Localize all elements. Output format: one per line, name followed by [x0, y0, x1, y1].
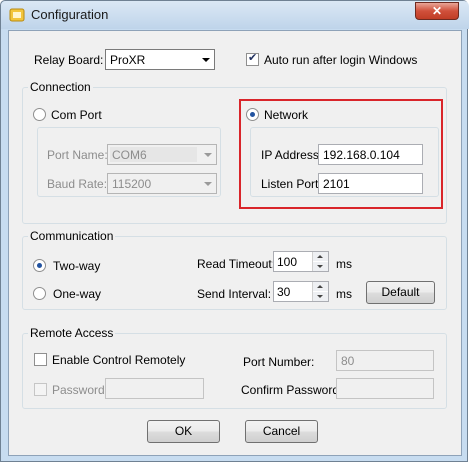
password-label: Password:: [52, 383, 109, 397]
chevron-down-icon: [197, 50, 214, 69]
com-port-label: Com Port: [51, 108, 102, 122]
password-checkbox[interactable]: [34, 383, 47, 396]
send-interval-label: Send Interval:: [197, 287, 272, 301]
network-highlight-box: [239, 99, 443, 209]
relay-board-value: ProXR: [110, 53, 146, 67]
port-name-select[interactable]: COM6: [107, 144, 217, 165]
chevron-down-icon: [199, 145, 216, 164]
one-way-label: One-way: [53, 287, 102, 301]
spinner-buttons: [312, 252, 328, 271]
close-button[interactable]: ✕: [415, 2, 459, 20]
remote-access-group-title: Remote Access: [28, 326, 116, 340]
relay-board-select[interactable]: ProXR: [105, 49, 215, 70]
title-bar[interactable]: Configuration ✕: [1, 1, 469, 29]
send-interval-value: 30: [277, 285, 291, 299]
ok-button[interactable]: OK: [147, 420, 220, 443]
confirm-password-label: Confirm Password:: [241, 383, 343, 397]
read-timeout-value: 100: [277, 255, 298, 269]
baud-rate-value: 115200: [112, 177, 152, 191]
send-interval-unit: ms: [336, 287, 352, 301]
port-name-label: Port Name:: [47, 148, 108, 162]
one-way-radio[interactable]: [33, 287, 46, 300]
spinner-buttons: [312, 282, 328, 301]
password-input[interactable]: [105, 378, 204, 399]
communication-group-title: Communication: [28, 229, 116, 243]
spin-down-icon[interactable]: [313, 292, 328, 301]
two-way-radio[interactable]: [33, 259, 46, 272]
dialog-body: Relay Board: ProXR Auto run after login …: [8, 30, 462, 456]
cancel-button[interactable]: Cancel: [245, 420, 318, 443]
enable-remote-checkbox[interactable]: [34, 353, 47, 366]
port-name-value: COM6: [112, 148, 147, 162]
read-timeout-label: Read Timeout:: [197, 257, 276, 271]
spin-up-icon[interactable]: [313, 252, 328, 261]
baud-rate-select[interactable]: 115200: [107, 173, 217, 194]
confirm-password-input[interactable]: [336, 378, 434, 399]
connection-group-title: Connection: [28, 80, 93, 94]
port-number-input[interactable]: 80: [336, 350, 434, 371]
send-interval-spinner[interactable]: 30: [273, 281, 329, 302]
relay-board-label: Relay Board:: [34, 53, 104, 67]
two-way-label: Two-way: [53, 259, 101, 273]
port-number-label: Port Number:: [243, 355, 315, 369]
configuration-window: Configuration ✕ Relay Board: ProXR Auto …: [0, 0, 469, 462]
default-button[interactable]: Default: [366, 281, 435, 304]
com-port-radio[interactable]: [33, 108, 46, 121]
enable-remote-label: Enable Control Remotely: [52, 353, 186, 367]
window-title: Configuration: [31, 7, 109, 22]
spin-down-icon[interactable]: [313, 262, 328, 271]
app-icon: [9, 8, 25, 22]
read-timeout-spinner[interactable]: 100: [273, 251, 329, 272]
close-icon: ✕: [431, 4, 443, 18]
autorun-checkbox[interactable]: [246, 51, 259, 66]
read-timeout-unit: ms: [336, 257, 352, 271]
chevron-down-icon: [199, 174, 216, 193]
autorun-label: Auto run after login Windows: [264, 53, 418, 67]
spin-up-icon[interactable]: [313, 282, 328, 291]
baud-rate-label: Baud Rate:: [47, 177, 108, 191]
